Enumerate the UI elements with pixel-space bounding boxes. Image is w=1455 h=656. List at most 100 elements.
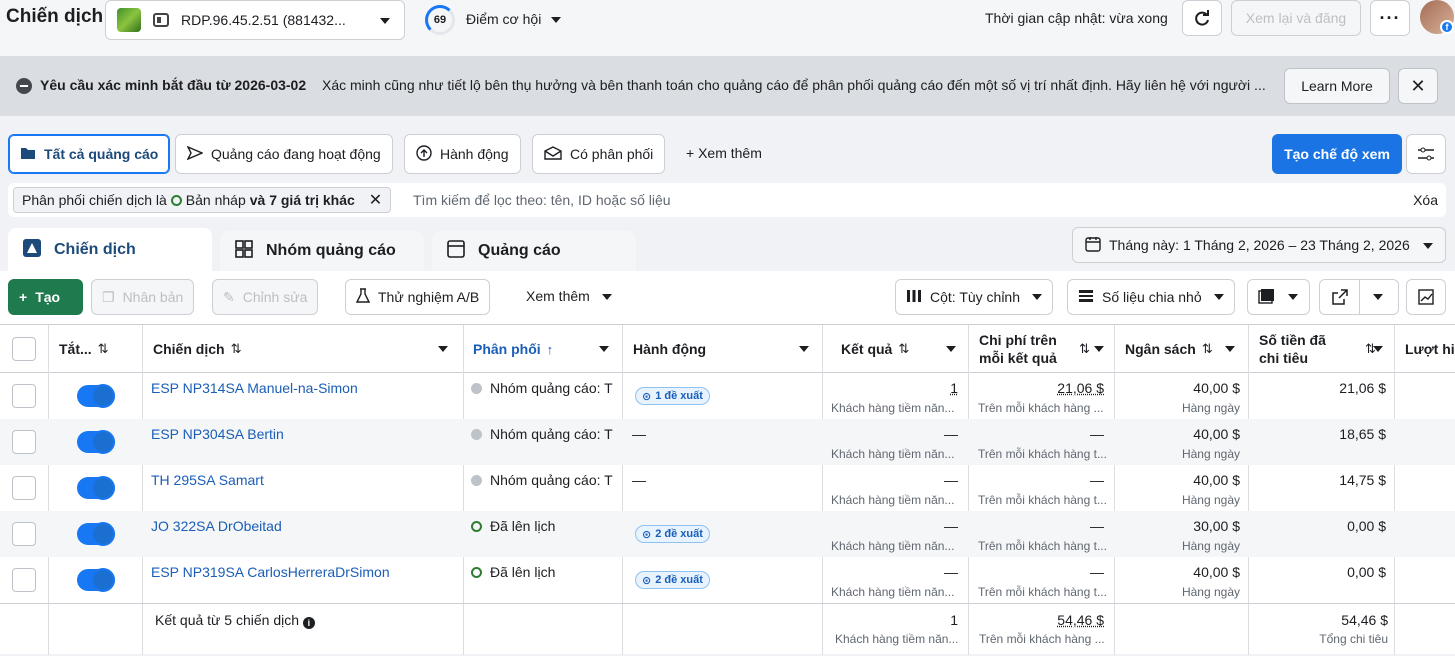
account-selector[interactable]: RDP.96.45.2.51 (881432... xyxy=(105,0,405,40)
tab-campaigns[interactable]: Chiến dịch xyxy=(8,228,212,272)
recommendation-badge[interactable]: ⊙ 2 đề xuất xyxy=(635,525,710,543)
campaign-name-link[interactable]: JO 322SA DrObeitad xyxy=(151,518,282,534)
breakdown-button[interactable]: Số liệu chia nhỏ xyxy=(1067,279,1235,315)
learn-more-button[interactable]: Learn More xyxy=(1284,68,1390,104)
refresh-icon xyxy=(1193,9,1211,27)
toolbar-see-more[interactable]: Xem thêm xyxy=(526,288,590,304)
delivery-status: Đã lên lịch xyxy=(471,518,616,534)
header-budget[interactable]: Ngân sách ⇅ xyxy=(1125,325,1245,373)
create-view-button[interactable]: Tạo chế độ xem xyxy=(1272,134,1402,174)
chevron-down-icon xyxy=(1032,294,1042,300)
chevron-down-icon[interactable] xyxy=(602,294,612,300)
see-more-filters[interactable]: + Xem thêm xyxy=(686,145,762,161)
table-row[interactable]: ESP NP304SA Bertin Nhóm quảng cáo: T — —… xyxy=(0,419,1455,465)
opportunity-score-gauge[interactable]: 69 xyxy=(425,5,455,35)
table-row[interactable]: JO 322SA DrObeitad Đã lên lịch ⊙ 2 đề xuấ… xyxy=(0,511,1455,557)
arrow-up-circle-icon: ⊙ xyxy=(642,574,651,587)
budget-period: Hàng ngày xyxy=(1182,539,1240,553)
budget-period: Hàng ngày xyxy=(1182,401,1240,415)
table-row[interactable]: ESP NP314SA Manuel-na-Simon Nhóm quảng c… xyxy=(0,373,1455,419)
row-checkbox[interactable] xyxy=(12,568,36,592)
header-reach[interactable]: Lượt hiể xyxy=(1405,325,1455,373)
tab-campaigns-label: Chiến dịch xyxy=(54,241,136,259)
results-type: Khách hàng tiềm năn... xyxy=(831,401,959,415)
chevron-down-icon xyxy=(1373,346,1383,352)
info-icon[interactable]: i xyxy=(303,617,315,629)
chevron-down-icon[interactable] xyxy=(551,17,561,23)
recommendation-label: 1 đề xuất xyxy=(655,390,703,402)
results-value: — xyxy=(944,564,958,580)
refresh-button[interactable] xyxy=(1182,0,1222,36)
edit-button[interactable]: ✎ Chỉnh sửa xyxy=(212,279,318,315)
row-checkbox[interactable] xyxy=(12,522,36,546)
circle-icon xyxy=(171,195,182,206)
campaign-name-link[interactable]: ESP NP314SA Manuel-na-Simon xyxy=(151,380,358,396)
date-range-label: Tháng này: 1 Tháng 2, 2026 – 23 Tháng 2,… xyxy=(1109,237,1410,253)
review-publish-button[interactable]: Xem lại và đăng xyxy=(1231,0,1361,36)
arrow-up-circle-icon: ⊙ xyxy=(642,528,651,541)
filter-chip[interactable]: Phân phối chiến dịch là Bản nháp và 7 gi… xyxy=(13,187,391,213)
more-options-button[interactable]: ··· xyxy=(1370,0,1410,36)
filter-actions[interactable]: Hành động xyxy=(404,134,521,174)
ab-test-button[interactable]: Thử nghiệm A/B xyxy=(345,279,490,315)
duplicate-label: Nhân bản xyxy=(123,289,184,305)
header-campaign[interactable]: Chiến dịch ⇅ xyxy=(153,325,458,373)
header-results-label: Kết quả xyxy=(841,341,892,357)
tab-ads[interactable]: Quảng cáo xyxy=(432,231,636,271)
header-results[interactable]: Kết quả ⇅ xyxy=(841,325,966,373)
delivery-status: Nhóm quảng cáo: T xyxy=(471,380,616,396)
row-checkbox[interactable] xyxy=(12,384,36,408)
close-icon[interactable]: ✕ xyxy=(1398,68,1438,104)
campaign-name-link[interactable]: ESP NP319SA CarlosHerreraDrSimon xyxy=(151,564,390,580)
chevron-down-icon xyxy=(1094,346,1104,352)
columns-icon xyxy=(906,289,922,306)
recommendation-badge[interactable]: ⊙ 2 đề xuất xyxy=(635,571,710,589)
sort-icon: ⇅ xyxy=(1079,341,1090,357)
header-cpr[interactable]: Chi phí trên mỗi kết quả ⇅ xyxy=(979,325,1114,373)
chevron-down-icon xyxy=(438,346,448,352)
actions-empty: — xyxy=(632,472,646,488)
select-all-checkbox[interactable] xyxy=(12,337,36,361)
row-checkbox[interactable] xyxy=(12,430,36,454)
cpr-type: Trên mỗi khách hàng t... xyxy=(978,585,1106,599)
table-row[interactable]: TH 295SA Samart Nhóm quảng cáo: T — — Kh… xyxy=(0,465,1455,511)
reports-button[interactable] xyxy=(1247,279,1310,315)
row-checkbox[interactable] xyxy=(12,476,36,500)
header-actions[interactable]: Hành động xyxy=(633,325,819,373)
export-button[interactable] xyxy=(1319,279,1399,315)
on-off-toggle[interactable] xyxy=(77,477,115,499)
filter-all-ads-label: Tất cả quảng cáo xyxy=(44,146,158,162)
on-off-toggle[interactable] xyxy=(77,431,115,453)
clear-filters-link[interactable]: Xóa xyxy=(1413,192,1438,208)
header-spent[interactable]: Số tiền đã chi tiêu ⇅ xyxy=(1259,325,1393,373)
table-row[interactable]: ESP NP319SA CarlosHerreraDrSimon Đã lên … xyxy=(0,557,1455,603)
cpr-value: — xyxy=(1090,426,1104,442)
on-off-toggle[interactable] xyxy=(77,569,115,591)
delivery-status: Nhóm quảng cáo: T xyxy=(471,472,616,488)
sliders-icon[interactable] xyxy=(1406,134,1446,174)
header-delivery[interactable]: Phân phối ↑ xyxy=(473,325,619,373)
header-onoff[interactable]: Tắt... ⇅ xyxy=(59,325,139,373)
arrow-up-circle-icon xyxy=(416,145,432,164)
on-off-toggle[interactable] xyxy=(77,385,115,407)
close-icon[interactable]: ✕ xyxy=(369,190,382,210)
filter-delivering[interactable]: Có phân phối xyxy=(532,134,665,174)
recommendation-badge[interactable]: ⊙ 1 đề xuất xyxy=(635,387,710,405)
date-range-picker[interactable]: Tháng này: 1 Tháng 2, 2026 – 23 Tháng 2,… xyxy=(1072,227,1446,263)
search-input[interactable]: Tìm kiếm để lọc theo: tên, ID hoặc số li… xyxy=(413,192,671,208)
summary-label: Kết quả từ 5 chiến dịch i xyxy=(155,612,315,629)
summary-results-type: Khách hàng tiềm năn... xyxy=(835,632,959,646)
campaign-name-link[interactable]: ESP NP304SA Bertin xyxy=(151,426,284,442)
duplicate-button[interactable]: ❐ Nhân bản xyxy=(91,279,194,315)
create-button[interactable]: + Tạo xyxy=(8,279,83,315)
columns-button[interactable]: Cột: Tùy chỉnh xyxy=(895,279,1053,315)
chart-button[interactable] xyxy=(1406,279,1446,315)
filter-all-ads[interactable]: Tất cả quảng cáo xyxy=(8,134,170,174)
on-off-toggle[interactable] xyxy=(77,523,115,545)
tab-ad-sets[interactable]: Nhóm quảng cáo xyxy=(220,231,424,271)
plus-icon: + xyxy=(19,289,27,305)
chevron-down-icon xyxy=(1423,243,1433,249)
campaign-name-link[interactable]: TH 295SA Samart xyxy=(151,472,264,488)
opportunity-score-label[interactable]: Điểm cơ hội xyxy=(466,11,541,27)
filter-active-ads[interactable]: Quảng cáo đang hoạt động xyxy=(175,134,393,174)
